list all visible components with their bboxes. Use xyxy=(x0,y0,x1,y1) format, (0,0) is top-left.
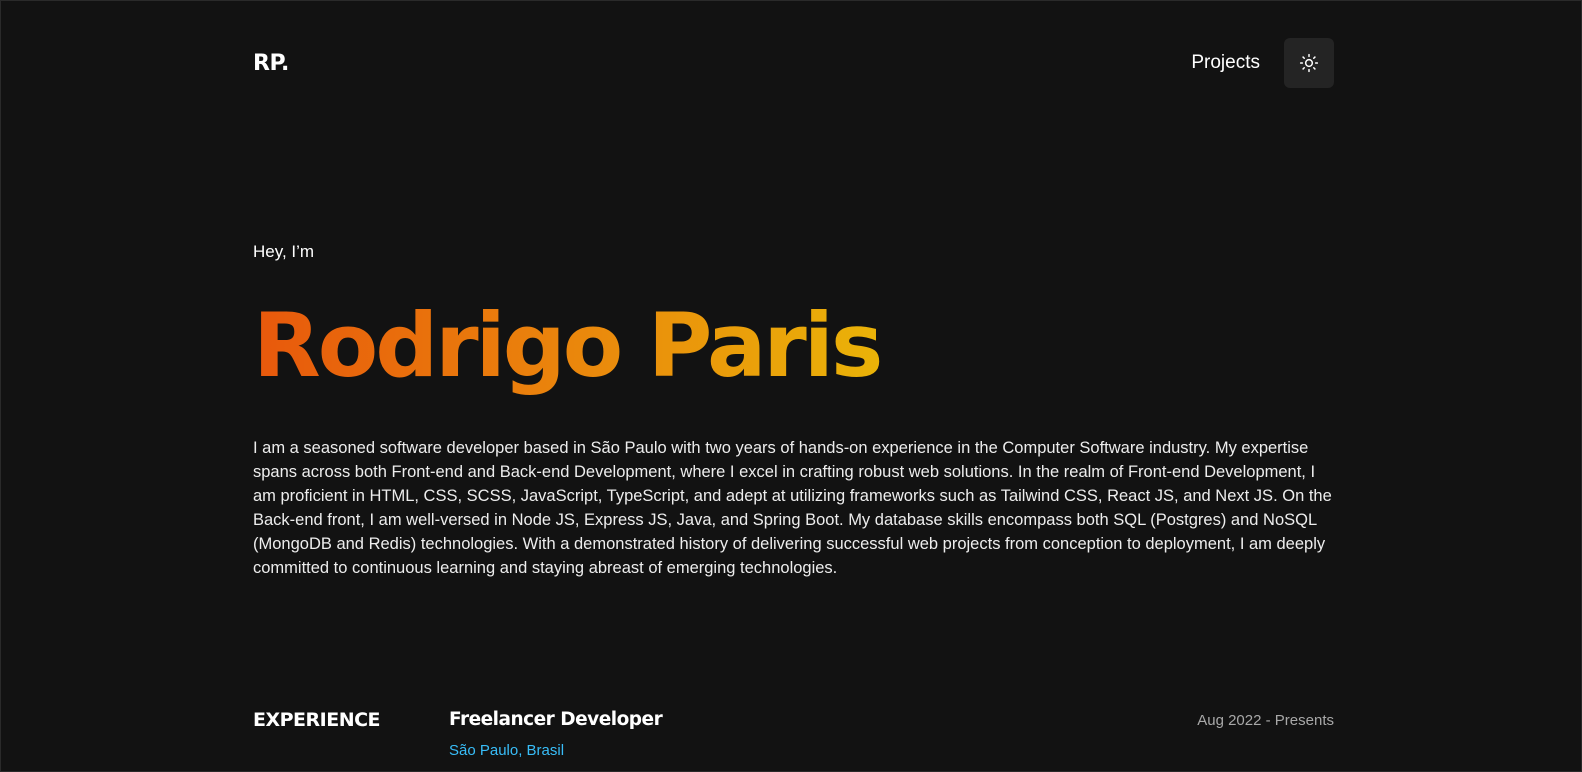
site-header: RP. Projects xyxy=(253,38,1334,88)
site-logo[interactable]: RP. xyxy=(253,51,289,76)
experience-item-details: Freelancer Developer São Paulo, Brasil xyxy=(449,709,663,759)
experience-section: EXPERIENCE Freelancer Developer São Paul… xyxy=(253,709,1334,759)
job-title: Freelancer Developer xyxy=(449,709,663,730)
sun-icon xyxy=(1299,53,1319,73)
theme-toggle-button[interactable] xyxy=(1284,38,1334,88)
experience-section-title: EXPERIENCE xyxy=(253,709,381,731)
job-location: São Paulo, Brasil xyxy=(449,742,565,759)
hero-bio: I am a seasoned software developer based… xyxy=(253,439,1332,577)
nav-link-projects[interactable]: Projects xyxy=(1191,52,1260,74)
experience-item: Freelancer Developer São Paulo, Brasil A… xyxy=(449,709,1334,759)
job-date: Aug 2022 - Presents xyxy=(1197,712,1334,729)
main-nav: Projects xyxy=(1191,38,1334,88)
hero-name: Rodrigo Paris xyxy=(253,291,883,401)
hero-greeting: Hey, I’m xyxy=(253,242,315,261)
